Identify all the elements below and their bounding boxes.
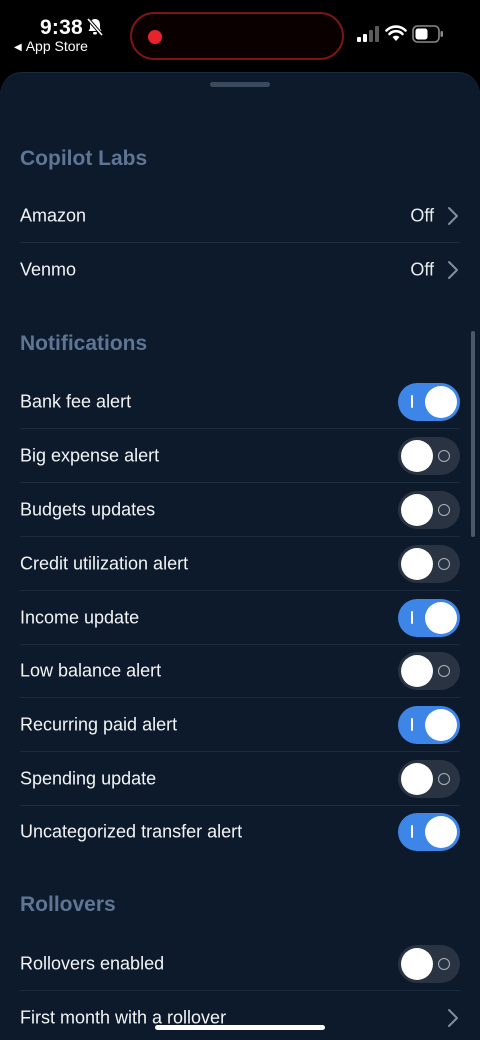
signal-icon — [357, 26, 379, 42]
row-label: Big expense alert — [20, 445, 160, 466]
back-to-app-store[interactable]: ◀ App Store — [14, 38, 88, 54]
back-app-label: App Store — [25, 38, 88, 54]
status-bar: 9:38 ◀ App Store — [0, 0, 480, 72]
toggle-knob — [425, 602, 457, 634]
uncategorized-transfer-alert-toggle[interactable] — [398, 813, 460, 851]
toggle-knob — [401, 655, 433, 687]
chevron-right-icon — [448, 261, 458, 279]
clock: 9:38 — [40, 16, 83, 39]
row-label: Budgets updates — [20, 499, 156, 520]
row-credit-utilization-alert: Credit utilization alert — [0, 537, 480, 591]
big-expense-alert-toggle[interactable] — [398, 437, 460, 475]
sheet-grabber[interactable] — [210, 82, 270, 87]
row-label: Amazon — [20, 205, 87, 226]
section-title-copilot-labs: Copilot Labs — [20, 147, 148, 170]
recording-indicator-icon — [148, 30, 162, 44]
dynamic-island — [130, 12, 344, 60]
row-income-update: Income update — [0, 591, 480, 645]
row-label: Recurring paid alert — [20, 714, 178, 735]
chevron-right-icon — [448, 207, 458, 225]
toggle-knob — [401, 763, 433, 795]
bell-slash-icon — [86, 17, 104, 37]
row-label: Low balance alert — [20, 660, 162, 681]
row-uncategorized-transfer-alert: Uncategorized transfer alert — [0, 805, 480, 859]
row-label: Spending update — [20, 768, 157, 789]
row-first-month-with-rollover[interactable]: First month with a rollover — [0, 991, 480, 1040]
scrollbar[interactable] — [471, 331, 475, 537]
toggle-knob — [401, 440, 433, 472]
spending-update-toggle[interactable] — [398, 760, 460, 798]
row-label: Venmo — [20, 259, 77, 280]
section-title-rollovers: Rollovers — [20, 893, 116, 916]
rollovers-enabled-toggle[interactable] — [398, 945, 460, 983]
budgets-updates-toggle[interactable] — [398, 491, 460, 529]
income-update-toggle[interactable] — [398, 599, 460, 637]
toggle-knob — [401, 494, 433, 526]
toggle-knob — [401, 948, 433, 980]
row-value: Off — [410, 259, 434, 280]
row-low-balance-alert: Low balance alert — [0, 644, 480, 698]
toggle-knob — [425, 386, 457, 418]
section-title-notifications: Notifications — [20, 332, 148, 355]
toggle-knob — [425, 709, 457, 741]
recurring-paid-alert-toggle[interactable] — [398, 706, 460, 744]
row-budgets-updates: Budgets updates — [0, 483, 480, 537]
row-label: Bank fee alert — [20, 391, 132, 412]
battery-icon — [412, 25, 443, 43]
bank-fee-alert-toggle[interactable] — [398, 383, 460, 421]
toggle-knob — [425, 816, 457, 848]
row-venmo[interactable]: Venmo Off — [0, 243, 480, 297]
low-balance-alert-toggle[interactable] — [398, 652, 460, 690]
row-label: Uncategorized transfer alert — [20, 821, 243, 842]
home-indicator[interactable] — [155, 1025, 325, 1030]
settings-sheet: Copilot Labs Amazon Off Venmo Off Notifi… — [0, 72, 480, 1040]
row-label: Income update — [20, 607, 140, 628]
row-bank-fee-alert: Bank fee alert — [0, 375, 480, 429]
row-spending-update: Spending update — [0, 752, 480, 806]
row-recurring-paid-alert: Recurring paid alert — [0, 698, 480, 752]
row-value: Off — [410, 205, 434, 226]
row-label: Rollovers enabled — [20, 953, 165, 974]
row-rollovers-enabled: Rollovers enabled — [0, 937, 480, 991]
row-big-expense-alert: Big expense alert — [0, 429, 480, 483]
chevron-right-icon — [448, 1009, 458, 1027]
row-label: Credit utilization alert — [20, 553, 189, 574]
back-arrow-icon: ◀ — [14, 42, 22, 53]
toggle-knob — [401, 548, 433, 580]
wifi-icon — [385, 25, 407, 41]
credit-utilization-alert-toggle[interactable] — [398, 545, 460, 583]
row-amazon[interactable]: Amazon Off — [0, 189, 480, 243]
